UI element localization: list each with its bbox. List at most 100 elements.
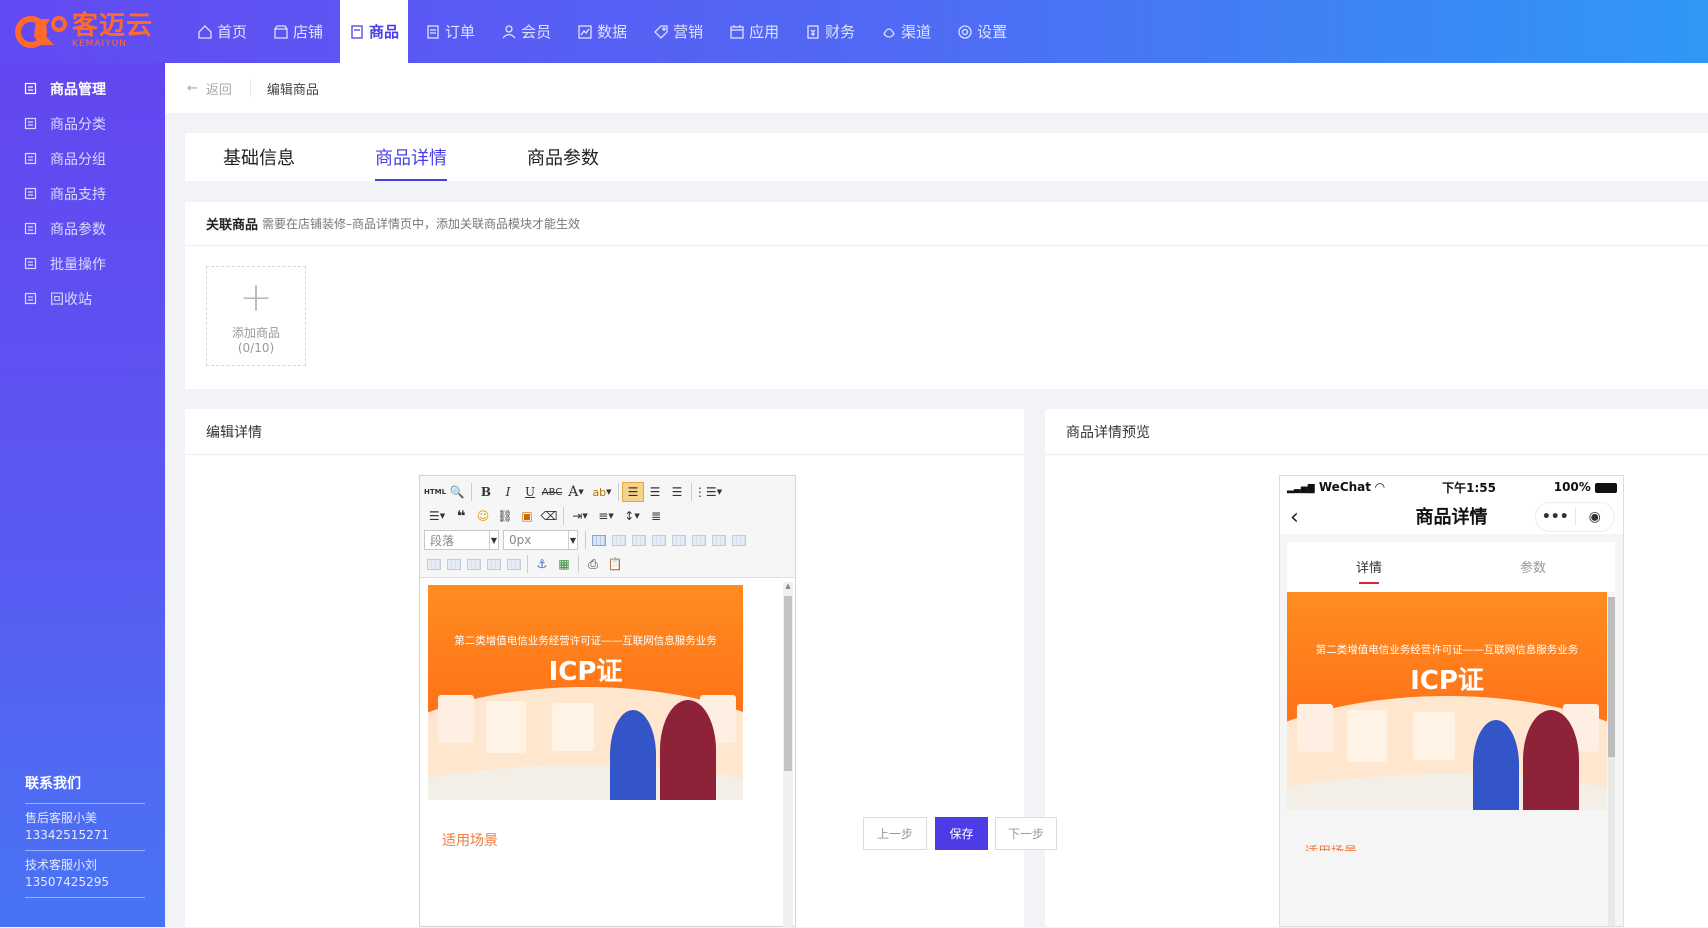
sidebar-item-label: 回收站 xyxy=(50,291,92,308)
preview-tab-detail[interactable]: 详情 xyxy=(1287,542,1451,592)
paragraph-select[interactable]: 段落 ▼ xyxy=(424,530,499,550)
anchor-icon[interactable]: ⚓ xyxy=(531,554,553,574)
merge-right-icon[interactable] xyxy=(424,555,444,573)
nav-item-7[interactable]: 应用 xyxy=(720,0,788,63)
save-button[interactable]: 保存 xyxy=(935,817,988,850)
insert-media-icon[interactable]: ▦ xyxy=(553,554,575,574)
banner-subtitle: 第二类增值电信业务经营许可证——互联网信息服务业务 xyxy=(454,635,717,647)
paste-icon[interactable]: 📋 xyxy=(604,554,626,574)
insert-paragraph-icon[interactable] xyxy=(629,531,649,549)
highlight-icon[interactable]: ab ▼ xyxy=(589,482,615,502)
sidebar-item-5[interactable]: 批量操作 xyxy=(0,246,165,281)
close-target-icon[interactable]: ◉ xyxy=(1576,509,1615,525)
paragraph-spacing-icon[interactable]: ↕ ▼ xyxy=(619,506,645,526)
merge-cells-icon[interactable] xyxy=(729,531,749,549)
align-center-icon[interactable]: ☰ xyxy=(644,482,666,502)
print-icon[interactable]: ⎙ xyxy=(582,554,604,574)
battery-level: 100% xyxy=(1553,480,1591,494)
nav-item-6[interactable]: 营销 xyxy=(644,0,712,63)
back-button[interactable]: ← 返回 xyxy=(165,79,251,98)
html-source-icon[interactable]: HTML xyxy=(424,482,446,502)
tag-icon xyxy=(654,24,668,39)
nav-label: 首页 xyxy=(217,23,248,41)
eraser-icon[interactable]: ⌫ xyxy=(538,506,560,526)
font-color-icon[interactable]: A ▼ xyxy=(563,482,589,502)
bold-icon[interactable]: B xyxy=(475,482,497,502)
horizontal-rule-icon[interactable]: ≣ xyxy=(645,506,667,526)
italic-icon[interactable]: I xyxy=(497,482,519,502)
nav-item-5[interactable]: 数据 xyxy=(568,0,636,63)
rich-text-editor[interactable]: HTML 🔍 B I U ABC A ▼ ab ▼ ☰ ☰ ☰ ⋮☰ ▼ ☰ ▼… xyxy=(419,475,796,928)
battery-icon xyxy=(1595,482,1617,493)
nav-item-10[interactable]: 设置 xyxy=(948,0,1016,63)
delete-row-icon[interactable] xyxy=(669,531,689,549)
preview-banner-image: 第二类增值电信业务经营许可证——互联网信息服务业务 ICP证 xyxy=(1287,592,1607,810)
sidebar-item-0[interactable]: 商品管理 xyxy=(0,71,165,106)
related-goods-title: 关联商品 xyxy=(206,218,259,233)
miniprogram-capsule[interactable]: ••• ◉ xyxy=(1535,502,1615,532)
sidebar-item-6[interactable]: 回收站 xyxy=(0,281,165,316)
more-icon[interactable]: ••• xyxy=(1536,509,1575,525)
nav-item-4[interactable]: 会员 xyxy=(492,0,560,63)
brand-logo[interactable]: 客迈云 KEMAIYUN xyxy=(14,10,153,52)
strikethrough-icon[interactable]: ABC xyxy=(541,482,563,502)
preview-panel: 商品详情预览 ▂▃▅▇ WeChat ◠ 下午1:55 100% ‹ 商品详情 … xyxy=(1045,409,1708,927)
image-icon[interactable]: ▣ xyxy=(516,506,538,526)
split-cols-icon[interactable] xyxy=(504,555,524,573)
sidebar-item-3[interactable]: 商品支持 xyxy=(0,176,165,211)
unordered-list-icon[interactable]: ☰ ▼ xyxy=(424,506,450,526)
editor-content[interactable]: 第二类增值电信业务经营许可证——互联网信息服务业务 ICP证 适用场景 ▲ xyxy=(420,578,795,928)
preview-icon[interactable]: 🔍 xyxy=(446,482,468,502)
nav-label: 数据 xyxy=(597,23,628,41)
clock: 下午1:55 xyxy=(1442,480,1497,495)
font-size-select[interactable]: 0px ▼ xyxy=(503,530,578,550)
add-goods-button[interactable]: + 添加商品 (0/10) xyxy=(206,266,306,366)
nav-label: 设置 xyxy=(977,23,1008,41)
underline-icon[interactable]: U xyxy=(519,482,541,502)
quote-icon[interactable]: ❝ xyxy=(450,506,472,526)
line-height-icon[interactable]: ≡ ▼ xyxy=(593,506,619,526)
goods-manage-icon xyxy=(24,82,37,95)
sidebar-item-1[interactable]: 商品分类 xyxy=(0,106,165,141)
ordered-list-icon[interactable]: ⋮☰ ▼ xyxy=(694,482,722,502)
contact-name: 售后客服小美 xyxy=(25,811,98,825)
nav-item-3[interactable]: 订单 xyxy=(416,0,484,63)
nav-item-0[interactable]: 首页 xyxy=(188,0,256,63)
next-step-button[interactable]: 下一步 xyxy=(995,817,1057,850)
tab-basic-info[interactable]: 基础信息 xyxy=(223,133,295,181)
nav-item-1[interactable]: 店铺 xyxy=(264,0,332,63)
sidebar-item-4[interactable]: 商品参数 xyxy=(0,211,165,246)
preview-tab-params[interactable]: 参数 xyxy=(1451,542,1615,592)
sidebar-item-2[interactable]: 商品分组 xyxy=(0,141,165,176)
delete-col-icon[interactable] xyxy=(709,531,729,549)
merge-down-icon[interactable] xyxy=(444,555,464,573)
tab-goods-detail[interactable]: 商品详情 xyxy=(375,133,447,181)
nav-item-2[interactable]: 商品 xyxy=(340,0,409,63)
link-icon[interactable]: ⛓ xyxy=(494,506,516,526)
delete-table-icon[interactable] xyxy=(609,531,629,549)
prev-step-button[interactable]: 上一步 xyxy=(863,817,927,850)
nav-label: 财务 xyxy=(825,23,856,41)
align-left-icon[interactable]: ☰ xyxy=(622,482,644,502)
align-right-icon[interactable]: ☰ xyxy=(666,482,688,502)
nav-label: 订单 xyxy=(445,23,476,41)
insert-table-icon[interactable] xyxy=(589,531,609,549)
emoji-icon[interactable]: ☺ xyxy=(472,506,494,526)
split-cells-icon[interactable] xyxy=(464,555,484,573)
editor-scrollbar[interactable]: ▲ xyxy=(783,582,793,928)
indent-icon[interactable]: ⇥ ▼ xyxy=(567,506,593,526)
split-rows-icon[interactable] xyxy=(484,555,504,573)
tab-goods-params[interactable]: 商品参数 xyxy=(527,133,599,181)
wifi-icon: ◠ xyxy=(1375,480,1385,494)
sidebar-item-label: 商品管理 xyxy=(50,81,106,98)
carrier: WeChat xyxy=(1318,480,1372,494)
insert-col-icon[interactable] xyxy=(689,531,709,549)
preview-scrollbar[interactable] xyxy=(1608,597,1615,926)
insert-row-icon[interactable] xyxy=(649,531,669,549)
related-goods-tip: 需要在店铺装修–商品详情页中，添加关联商品模块才能生效 xyxy=(262,217,581,231)
nav-label: 渠道 xyxy=(901,23,932,41)
chart-icon xyxy=(578,24,592,39)
nav-item-9[interactable]: 渠道 xyxy=(872,0,940,63)
nav-item-8[interactable]: 财务 xyxy=(796,0,864,63)
scroll-up-icon[interactable]: ▲ xyxy=(783,582,793,592)
